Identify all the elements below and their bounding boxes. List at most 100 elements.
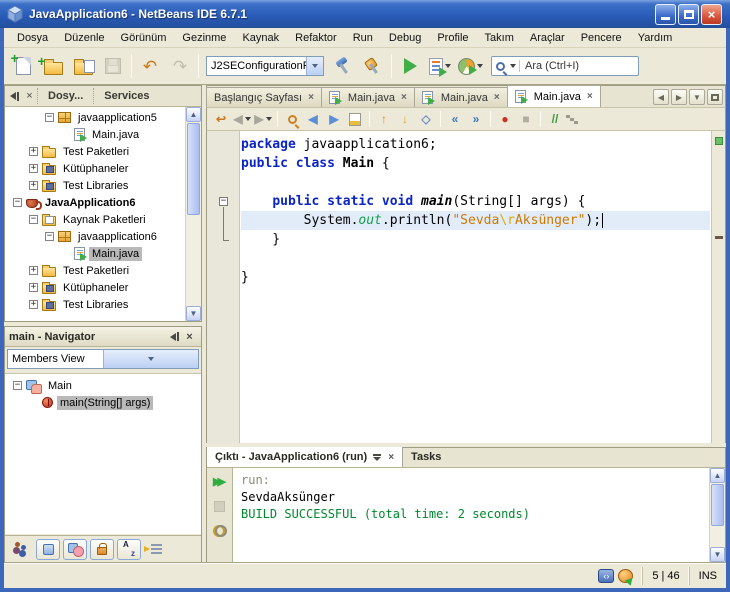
expand-icon[interactable]: + bbox=[29, 266, 38, 275]
open-project-button[interactable] bbox=[68, 51, 98, 81]
expand-icon[interactable]: + bbox=[29, 283, 38, 292]
titlebar[interactable]: JavaApplication6 - NetBeans IDE 6.7.1 × bbox=[0, 0, 730, 28]
shift-line-left-button[interactable]: « bbox=[445, 110, 465, 129]
tab-close-icon[interactable]: × bbox=[308, 92, 314, 103]
search-input[interactable]: Ara (Ctrl+I) bbox=[519, 60, 634, 72]
menu-item[interactable]: Debug bbox=[382, 30, 428, 46]
scroll-up-icon[interactable]: ▲ bbox=[710, 468, 725, 483]
code-line[interactable]: package javaapplication6; bbox=[241, 135, 710, 154]
update-center-icon[interactable] bbox=[618, 569, 634, 583]
tree-item[interactable]: main(String[] args) bbox=[5, 394, 201, 411]
menu-item[interactable]: Run bbox=[346, 30, 380, 46]
debug-project-button[interactable] bbox=[425, 51, 455, 81]
collapse-icon[interactable]: − bbox=[13, 198, 22, 207]
close-window-icon[interactable]: × bbox=[182, 329, 197, 344]
scroll-down-icon[interactable]: ▼ bbox=[710, 547, 725, 562]
clean-and-build-button[interactable] bbox=[358, 51, 388, 81]
minimize-window-group-icon[interactable] bbox=[167, 329, 182, 344]
chevron-down-icon[interactable] bbox=[102, 350, 198, 368]
new-project-button[interactable] bbox=[38, 51, 68, 81]
back-button[interactable]: ◀ bbox=[232, 110, 252, 129]
menu-item[interactable]: Görünüm bbox=[114, 30, 174, 46]
tree-item[interactable]: + Test Libraries bbox=[5, 177, 185, 194]
code-line[interactable]: } bbox=[241, 268, 710, 287]
tree-item[interactable]: + Test Paketleri bbox=[5, 143, 185, 160]
close-icon[interactable]: × bbox=[388, 452, 394, 463]
sort-by-name-button[interactable] bbox=[117, 538, 141, 560]
rerun-button[interactable]: ▶▶ bbox=[211, 472, 229, 490]
code-line[interactable] bbox=[241, 249, 710, 268]
code-line[interactable]: public static void main(String[] args) { bbox=[241, 192, 710, 211]
editor-tab[interactable]: Başlangıç Sayfası × bbox=[206, 87, 322, 107]
expand-icon[interactable]: + bbox=[29, 300, 38, 309]
tab-close-icon[interactable]: × bbox=[587, 91, 593, 102]
maximize-editor-icon[interactable] bbox=[707, 89, 723, 105]
save-all-button[interactable] bbox=[98, 51, 128, 81]
editor-tab[interactable]: Main.java × bbox=[320, 87, 415, 107]
minimize-window-group-icon[interactable] bbox=[7, 89, 22, 104]
expand-icon[interactable]: + bbox=[29, 181, 38, 190]
last-edit-position-button[interactable]: ↩ bbox=[211, 110, 231, 129]
close-window-icon[interactable]: × bbox=[22, 89, 37, 104]
redo-button[interactable]: ↷ bbox=[165, 51, 195, 81]
tab-close-icon[interactable]: × bbox=[401, 92, 407, 103]
code-line[interactable] bbox=[241, 173, 710, 192]
profile-project-button[interactable] bbox=[455, 51, 485, 81]
scrollbar-thumb[interactable] bbox=[187, 123, 200, 215]
show-static-members-button[interactable] bbox=[63, 538, 87, 560]
tree-item[interactable]: Main.java bbox=[5, 245, 185, 262]
output-scrollbar[interactable]: ▲ ▼ bbox=[709, 468, 725, 562]
editor-tab[interactable]: Main.java × bbox=[506, 85, 601, 107]
shift-line-right-button[interactable]: » bbox=[466, 110, 486, 129]
run-project-button[interactable] bbox=[395, 51, 425, 81]
new-file-button[interactable] bbox=[8, 50, 38, 81]
menu-item[interactable]: Düzenle bbox=[57, 30, 111, 46]
menu-item[interactable]: Pencere bbox=[574, 30, 629, 46]
tab-files[interactable]: Dosy... bbox=[37, 88, 93, 104]
collapse-icon[interactable]: − bbox=[45, 232, 54, 241]
scroll-up-icon[interactable]: ▲ bbox=[186, 107, 201, 122]
editor-tab[interactable]: Main.java × bbox=[413, 87, 508, 107]
menu-item[interactable]: Kaynak bbox=[235, 30, 286, 46]
tree-item[interactable]: + Test Paketleri bbox=[5, 262, 185, 279]
menu-item[interactable]: Araçlar bbox=[523, 30, 572, 46]
tree-item[interactable]: + Test Libraries bbox=[5, 296, 185, 313]
code-line[interactable]: } bbox=[241, 230, 710, 249]
code-line[interactable]: public class Main { bbox=[241, 154, 710, 173]
tab-output[interactable]: Çıktı - JavaApplication6 (run) × bbox=[207, 447, 404, 467]
quick-search[interactable]: Ara (Ctrl+I) bbox=[491, 56, 639, 76]
sort-by-source-button[interactable] bbox=[143, 539, 168, 560]
menu-item[interactable]: Yardım bbox=[631, 30, 680, 46]
comment-button[interactable]: // bbox=[545, 110, 565, 129]
code-line[interactable]: System.out.println("Sevda\rAksünger"); bbox=[241, 211, 710, 230]
scrollbar-thumb[interactable] bbox=[711, 484, 724, 526]
find-previous-button[interactable]: ◀ bbox=[303, 110, 323, 129]
expand-icon[interactable]: + bbox=[29, 164, 38, 173]
minimize-button[interactable] bbox=[655, 3, 676, 25]
configuration-combobox[interactable]: J2SEConfigurationPr... bbox=[206, 56, 324, 76]
scroll-down-icon[interactable]: ▼ bbox=[186, 306, 201, 321]
scroll-tabs-left-icon[interactable]: ◀ bbox=[653, 89, 669, 105]
menu-item[interactable]: Profile bbox=[430, 30, 475, 46]
forward-button[interactable]: ▶ bbox=[253, 110, 273, 129]
show-non-public-members-button[interactable] bbox=[90, 538, 114, 560]
output-console[interactable]: run: SevdaAksünger BUILD SUCCESSFUL (total… bbox=[233, 468, 709, 562]
expand-icon[interactable]: + bbox=[29, 147, 38, 156]
build-project-button[interactable] bbox=[328, 51, 358, 81]
tree-item[interactable]: − JavaApplication6 bbox=[5, 194, 185, 211]
tab-tasks[interactable]: Tasks bbox=[403, 447, 449, 467]
tab-list-icon[interactable]: ▼ bbox=[689, 89, 705, 105]
menu-item[interactable]: Gezinme bbox=[175, 30, 233, 46]
tab-services[interactable]: Services bbox=[93, 88, 159, 104]
tree-item[interactable]: − javaapplication6 bbox=[5, 228, 185, 245]
collapse-icon[interactable]: − bbox=[13, 381, 22, 390]
undo-button[interactable]: ↶ bbox=[135, 51, 165, 81]
show-fields-button[interactable] bbox=[36, 538, 60, 560]
toggle-highlight-button[interactable] bbox=[345, 110, 365, 129]
menu-item[interactable]: Dosya bbox=[10, 30, 55, 46]
next-bookmark-button[interactable]: ↓ bbox=[395, 110, 415, 129]
indexing-status-icon[interactable]: ‹› bbox=[598, 569, 615, 583]
chevron-down-icon[interactable] bbox=[306, 57, 323, 75]
tree-item[interactable]: Main.java bbox=[5, 126, 185, 143]
collapse-icon[interactable]: − bbox=[29, 215, 38, 224]
